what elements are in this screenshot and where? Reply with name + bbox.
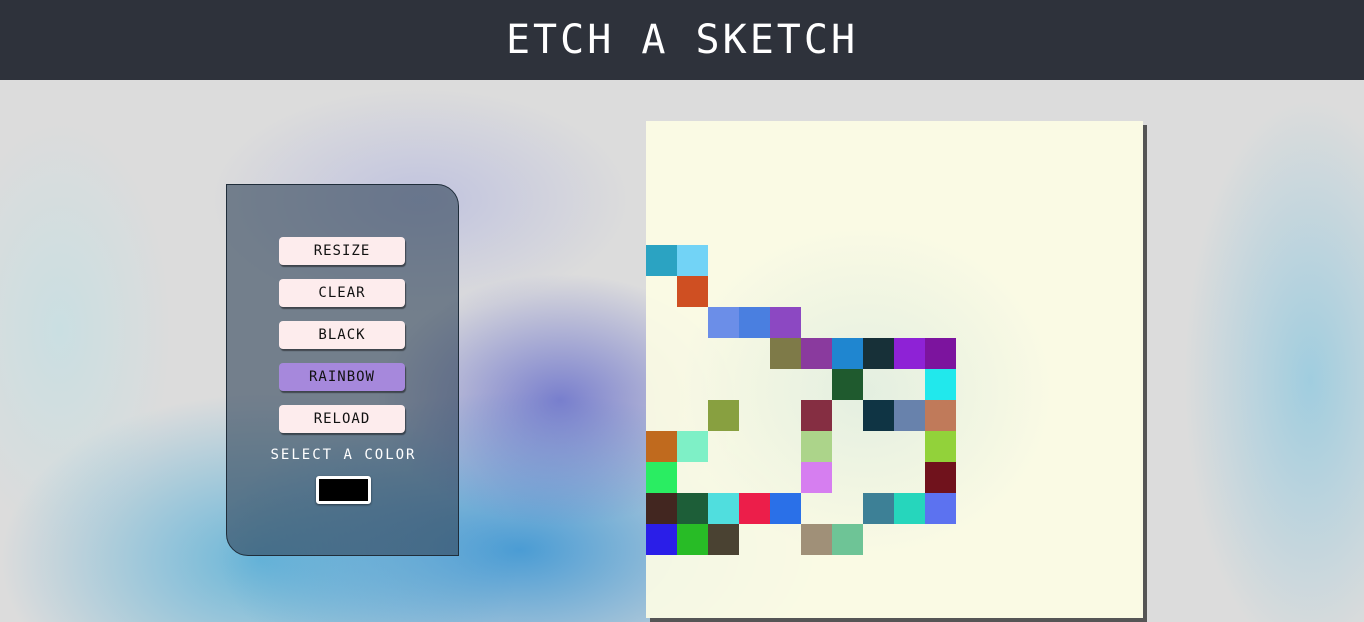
- black-button[interactable]: Black: [279, 321, 405, 349]
- grid-cell[interactable]: [925, 338, 956, 369]
- grid-cell[interactable]: [863, 400, 894, 431]
- grid-cell[interactable]: [677, 245, 708, 276]
- grid-cell[interactable]: [770, 493, 801, 524]
- grid-cell[interactable]: [801, 431, 832, 462]
- grid-cell[interactable]: [677, 493, 708, 524]
- grid-cell[interactable]: [925, 400, 956, 431]
- grid-cell[interactable]: [770, 338, 801, 369]
- grid-cell[interactable]: [708, 307, 739, 338]
- color-picker[interactable]: [316, 476, 371, 504]
- grid-cell[interactable]: [894, 338, 925, 369]
- grid-cell[interactable]: [925, 431, 956, 462]
- grid-cell[interactable]: [925, 462, 956, 493]
- grid-cell[interactable]: [832, 338, 863, 369]
- grid-cell[interactable]: [646, 431, 677, 462]
- select-color-label: Select a color: [270, 447, 417, 463]
- grid-cell[interactable]: [925, 369, 956, 400]
- resize-button[interactable]: Resize: [279, 237, 405, 265]
- grid-cell[interactable]: [646, 462, 677, 493]
- grid-cell[interactable]: [801, 338, 832, 369]
- grid-cell[interactable]: [832, 369, 863, 400]
- grid-cell[interactable]: [677, 524, 708, 555]
- reload-button[interactable]: Reload: [279, 405, 405, 433]
- grid-cell[interactable]: [677, 276, 708, 307]
- grid-cell[interactable]: [863, 493, 894, 524]
- grid-cell[interactable]: [894, 493, 925, 524]
- grid-cell[interactable]: [739, 307, 770, 338]
- control-panel: Resize Clear Black Rainbow Reload Select…: [226, 184, 459, 556]
- grid-cell[interactable]: [925, 493, 956, 524]
- grid-cell[interactable]: [646, 245, 677, 276]
- grid-cell[interactable]: [708, 524, 739, 555]
- clear-button[interactable]: Clear: [279, 279, 405, 307]
- grid-cell[interactable]: [677, 431, 708, 462]
- grid-cell[interactable]: [708, 400, 739, 431]
- grid-cell[interactable]: [894, 400, 925, 431]
- app-header: Etch A Sketch: [0, 0, 1364, 80]
- grid-cell[interactable]: [801, 462, 832, 493]
- grid-cell[interactable]: [646, 493, 677, 524]
- grid-cell[interactable]: [770, 307, 801, 338]
- grid-cell[interactable]: [801, 400, 832, 431]
- sketch-grid[interactable]: [646, 121, 1143, 618]
- grid-cell[interactable]: [832, 524, 863, 555]
- page-title: Etch A Sketch: [505, 17, 859, 63]
- grid-cell[interactable]: [708, 493, 739, 524]
- grid-cell[interactable]: [863, 338, 894, 369]
- grid-cell[interactable]: [801, 524, 832, 555]
- rainbow-button[interactable]: Rainbow: [279, 363, 405, 391]
- grid-cell[interactable]: [646, 524, 677, 555]
- grid-cell[interactable]: [739, 493, 770, 524]
